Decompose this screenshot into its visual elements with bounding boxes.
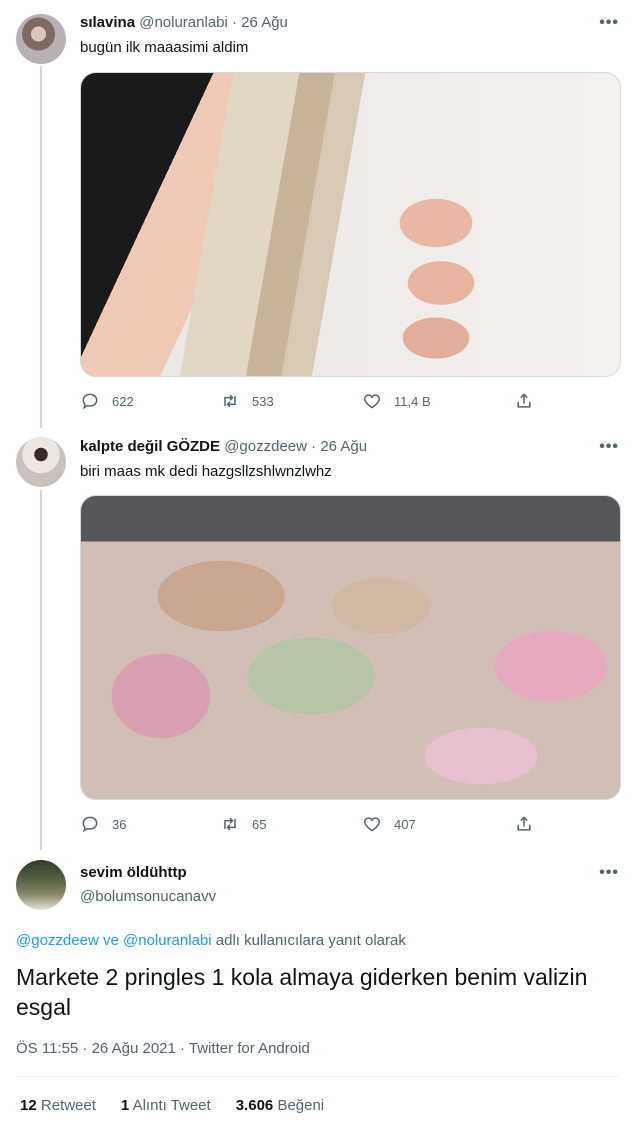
avatar[interactable] xyxy=(16,437,66,487)
avatar[interactable] xyxy=(16,14,66,64)
handle[interactable]: @gozzdeew xyxy=(224,438,307,455)
tweet-stats: 12 Retweet 1 Alıntı Tweet 3.606 Beğeni xyxy=(20,1097,324,1114)
tweet-date[interactable]: · 26 Ağu xyxy=(232,14,288,31)
tweet-text: bugün ilk maaasimi aldim xyxy=(80,39,249,56)
like-label: Beğeni xyxy=(277,1097,325,1114)
retweet-count: 65 xyxy=(252,816,267,832)
handle[interactable]: @noluranlabi xyxy=(139,14,228,31)
thread-line-2 xyxy=(40,490,42,850)
share-icon xyxy=(517,393,531,408)
thread-line-1 xyxy=(40,66,42,428)
main-tweet-text: Markete 2 pringles 1 kola almaya giderke… xyxy=(16,964,588,1020)
retweet-count: 533 xyxy=(252,393,274,409)
tweet-photo[interactable] xyxy=(80,72,621,377)
retweet-button[interactable]: 65 xyxy=(220,814,266,834)
retweet-icon xyxy=(224,817,236,831)
like-count: 407 xyxy=(394,816,416,832)
avatar[interactable] xyxy=(16,860,66,910)
reply-icon xyxy=(82,816,98,833)
heart-icon xyxy=(363,394,381,409)
tweet-header: kalpte değil GÖZDE @gozzdeew · 26 Ağu xyxy=(80,438,367,455)
more-dots-icon[interactable]: ••• xyxy=(599,14,619,32)
tweet-text: biri maas mk dedi hazgsllzshlwnzlwhz xyxy=(80,463,332,480)
retweet-icon xyxy=(224,394,236,408)
retweets-stat[interactable]: 12 Retweet xyxy=(20,1097,96,1114)
display-name[interactable]: kalpte değil GÖZDE xyxy=(80,438,220,455)
reply-suffix: adlı kullanıcılara yanıt olarak xyxy=(211,932,406,949)
tweet-actions: 622 533 11,4 B xyxy=(80,391,550,413)
reply-button[interactable]: 622 xyxy=(80,391,134,411)
reply-count: 36 xyxy=(112,816,127,832)
reply-icon xyxy=(82,393,98,410)
handle[interactable]: @bolumsonucanavv xyxy=(80,888,216,905)
retweet-label: Retweet xyxy=(40,1097,96,1114)
retweet-total: 12 xyxy=(20,1097,37,1114)
quote-total: 1 xyxy=(120,1097,130,1114)
reply-button[interactable]: 36 xyxy=(80,814,126,834)
share-button[interactable] xyxy=(514,814,546,834)
tweet-header: sılavina @noluranlabi · 26 Ağu xyxy=(80,14,288,31)
tweet-date[interactable]: · 26 Ağu xyxy=(311,438,367,455)
reply-count: 622 xyxy=(112,393,134,409)
reply-user-link[interactable]: @gozzdeew xyxy=(16,932,99,949)
like-button[interactable]: 11,4 B xyxy=(362,391,431,411)
tweet-photo[interactable] xyxy=(80,495,621,800)
like-button[interactable]: 407 xyxy=(362,814,416,834)
reply-context: @gozzdeew ve @noluranlabi adlı kullanıcı… xyxy=(16,932,406,949)
likes-stat[interactable]: 3.606 Beğeni xyxy=(236,1097,324,1114)
quote-label: Alıntı Tweet xyxy=(132,1097,211,1114)
more-dots-icon[interactable]: ••• xyxy=(599,438,619,456)
tweet-meta[interactable]: ÖS 11:55 · 26 Ağu 2021 · Twitter for And… xyxy=(16,1040,310,1057)
like-count: 11,4 B xyxy=(394,393,431,409)
display-name[interactable]: sılavina xyxy=(80,14,135,31)
display-name[interactable]: sevim öldühttp xyxy=(80,864,187,881)
quotes-stat[interactable]: 1 Alıntı Tweet xyxy=(121,1097,211,1114)
retweet-button[interactable]: 533 xyxy=(220,391,274,411)
divider xyxy=(16,1076,619,1077)
like-total: 3.606 xyxy=(235,1097,274,1114)
more-dots-icon[interactable]: ••• xyxy=(599,864,619,882)
display-name-text: sevim öldühttp xyxy=(80,864,187,881)
reply-and: ve xyxy=(98,932,123,949)
reply-user-link[interactable]: @noluranlabi xyxy=(123,932,212,949)
share-icon xyxy=(517,816,531,831)
tweet-actions: 36 65 407 xyxy=(80,814,550,836)
heart-icon xyxy=(363,817,381,832)
share-button[interactable] xyxy=(514,391,546,411)
